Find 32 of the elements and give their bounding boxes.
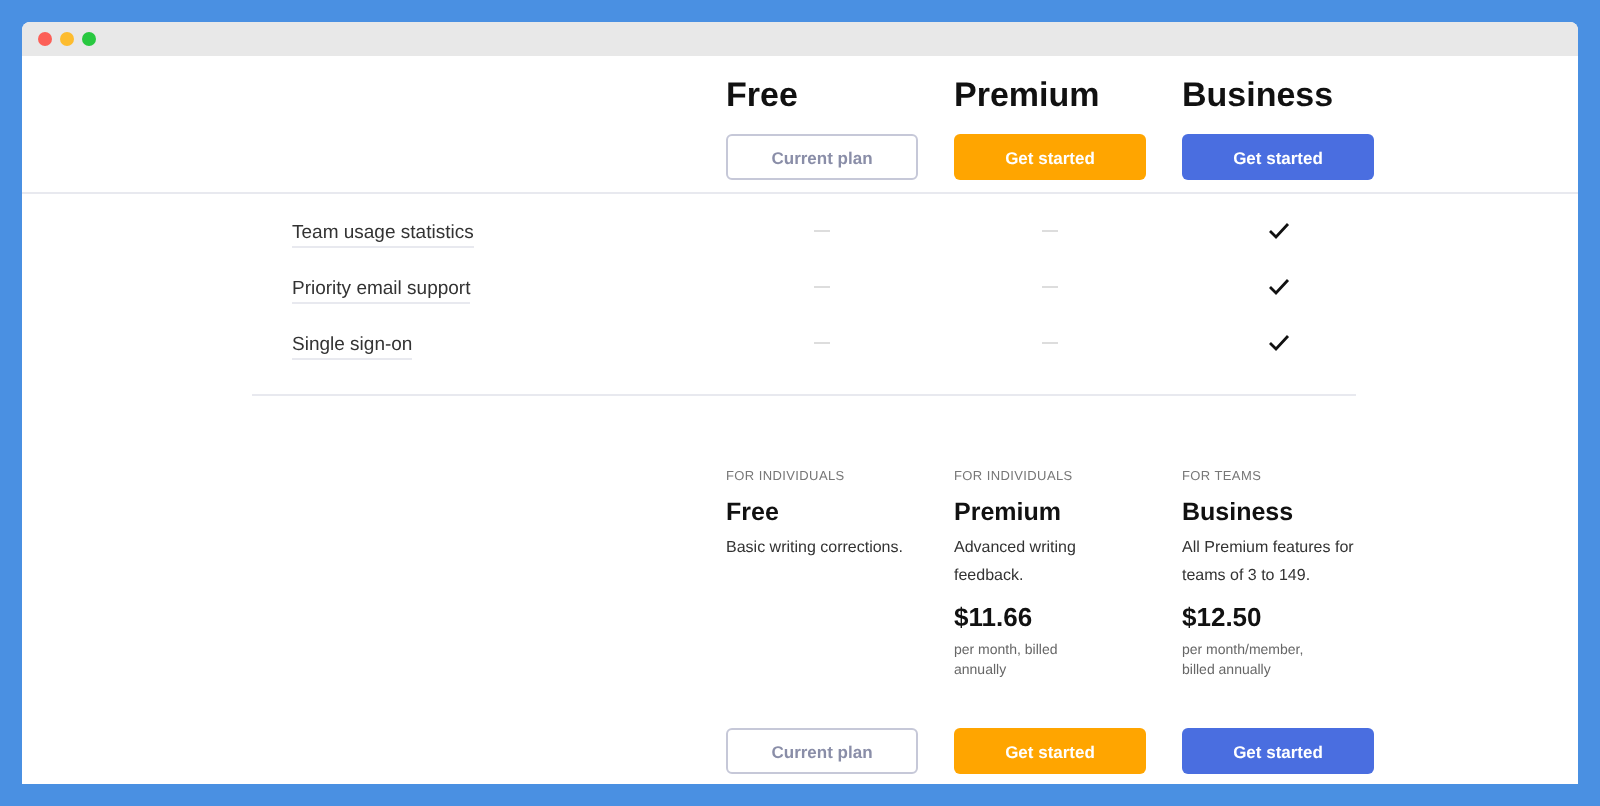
- dash-icon: [814, 341, 830, 343]
- plan-button[interactable]: Get started: [954, 728, 1146, 774]
- feature-label: Priority email support: [292, 278, 471, 304]
- feature-label: Team usage statistics: [292, 222, 474, 248]
- plan-button[interactable]: Get started: [954, 134, 1146, 180]
- plan-description: All Premium features for teams of 3 to 149.: [1182, 536, 1356, 588]
- maximize-icon[interactable]: [82, 32, 96, 46]
- dash-icon: [814, 285, 830, 287]
- price: $11.66: [954, 602, 1035, 632]
- dash-icon: [814, 229, 830, 231]
- plan-description: Advanced writing feedback.: [954, 536, 1078, 588]
- feature-label: Single sign-on: [292, 334, 413, 360]
- dash-icon: [1042, 285, 1058, 287]
- plan-button[interactable]: Get started: [1182, 134, 1374, 180]
- plan-name: Premium: [954, 74, 1102, 118]
- check-icon: [1267, 333, 1289, 351]
- plan-button[interactable]: Current plan: [726, 134, 918, 180]
- plan-button[interactable]: Current plan: [726, 728, 918, 774]
- plan-button[interactable]: Get started: [1182, 728, 1374, 774]
- plan-name: Business: [1182, 74, 1336, 118]
- plan-description: Basic writing corrections.: [726, 536, 905, 560]
- plan-name: Premium: [954, 498, 1063, 526]
- dash-icon: [1042, 229, 1058, 231]
- plan-name: Business: [1182, 498, 1296, 526]
- dash-icon: [1042, 341, 1058, 343]
- price: $12.50: [1182, 602, 1264, 632]
- plan-name: Free: [726, 498, 781, 526]
- check-icon: [1267, 221, 1289, 239]
- check-icon: [1267, 277, 1289, 295]
- minimize-icon[interactable]: [60, 32, 74, 46]
- close-icon[interactable]: [38, 32, 52, 46]
- plan-name: Free: [726, 74, 800, 118]
